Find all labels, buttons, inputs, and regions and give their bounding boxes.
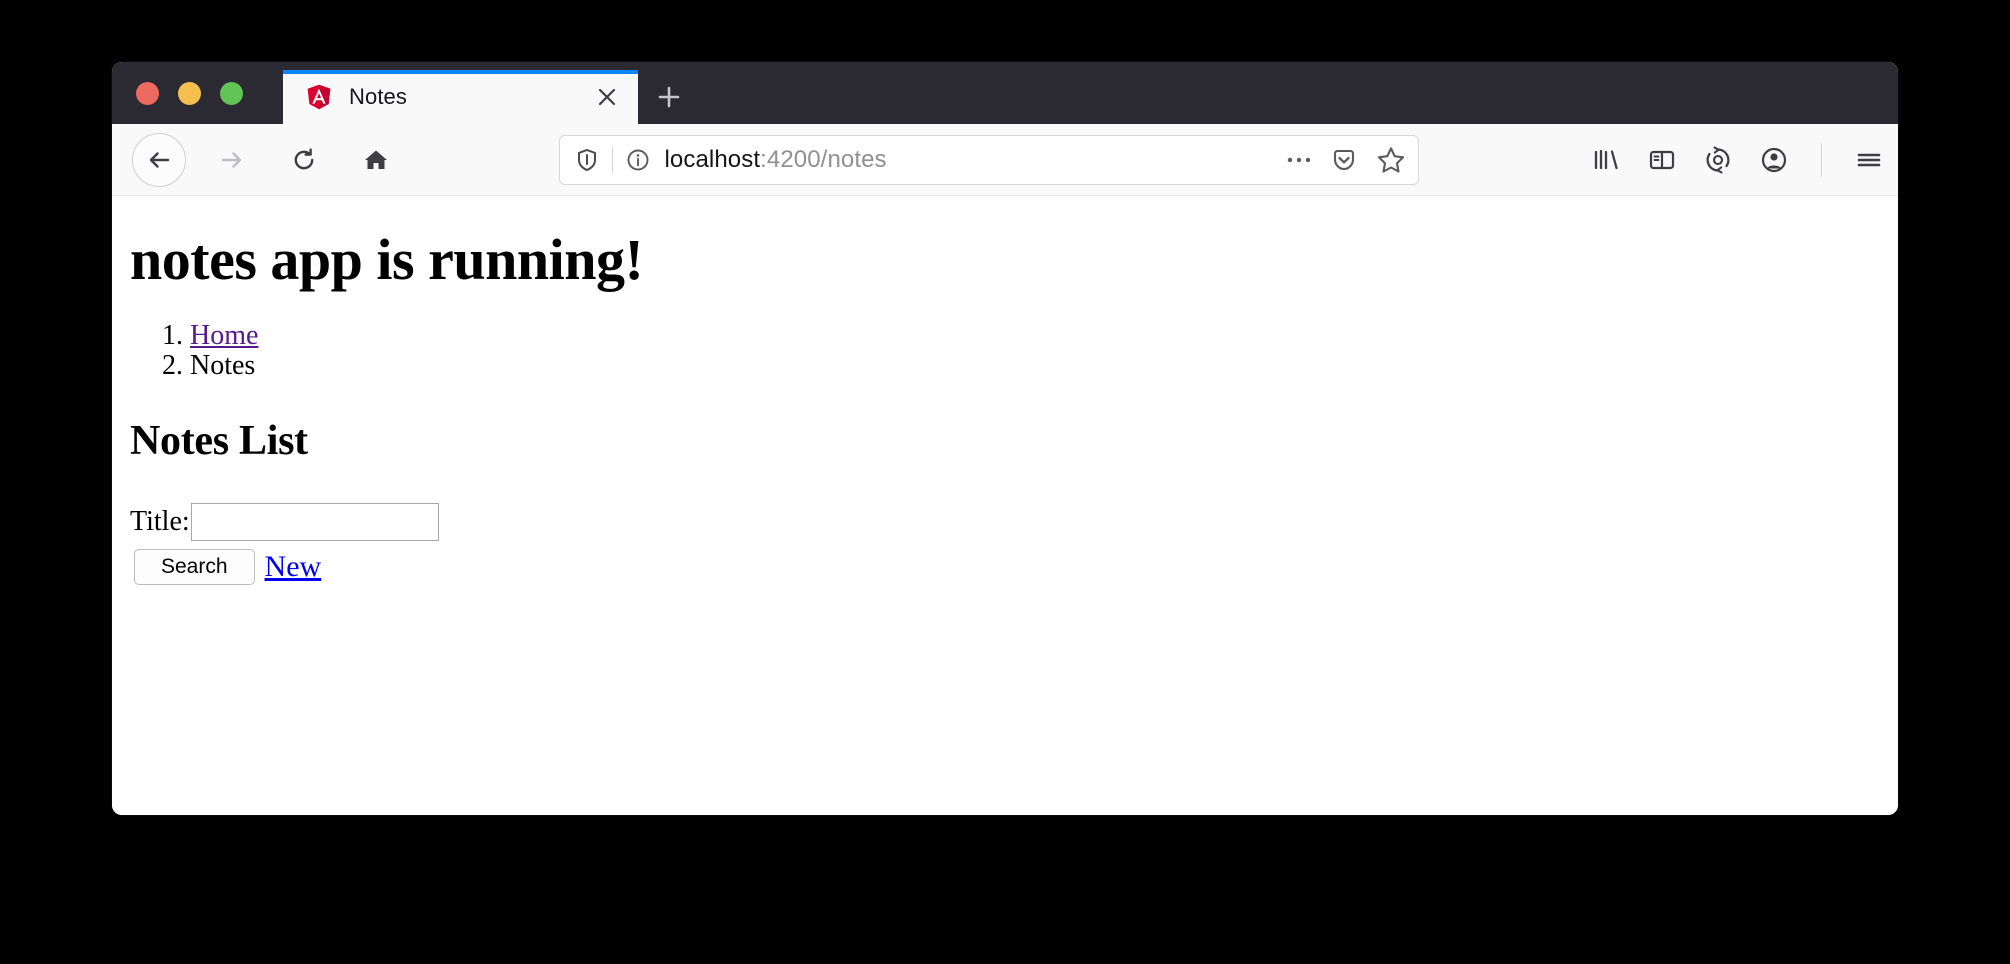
page-info-icon[interactable] bbox=[625, 147, 651, 173]
toolbar-right-actions bbox=[1591, 142, 1884, 177]
pocket-icon[interactable] bbox=[1330, 146, 1358, 174]
page-content: notes app is running! Home Notes Notes L… bbox=[112, 196, 1898, 815]
title-label: Title: bbox=[130, 506, 190, 538]
search-form-row: Title: bbox=[130, 503, 1880, 542]
section-title: Notes List bbox=[130, 418, 308, 465]
window-minimize-button[interactable] bbox=[178, 81, 201, 105]
forward-arrow-icon bbox=[206, 134, 258, 186]
search-actions-row: Search New bbox=[130, 549, 1880, 586]
search-button[interactable]: Search bbox=[134, 549, 255, 586]
home-icon[interactable] bbox=[350, 134, 402, 186]
sidebar-icon[interactable] bbox=[1647, 145, 1677, 175]
angular-logo-icon bbox=[307, 84, 331, 110]
nav-label-notes: Notes bbox=[190, 350, 256, 382]
urlbar-leading-icons bbox=[574, 146, 665, 173]
url-host: localhost bbox=[664, 145, 761, 173]
new-tab-button[interactable] bbox=[638, 70, 700, 124]
hamburger-menu-icon[interactable] bbox=[1854, 145, 1884, 175]
list-item: Notes bbox=[190, 351, 1880, 381]
nav-link-home[interactable]: Home bbox=[190, 320, 258, 351]
tab-strip: Notes bbox=[112, 62, 1898, 124]
search-title-input[interactable] bbox=[190, 503, 439, 542]
sync-icon[interactable] bbox=[1703, 145, 1733, 175]
page-title: notes app is running! bbox=[130, 227, 644, 292]
tabs-area: Notes bbox=[283, 62, 700, 124]
urlbar-actions bbox=[1286, 145, 1406, 175]
tracking-protection-shield-icon[interactable] bbox=[574, 147, 600, 173]
new-note-link[interactable]: New bbox=[265, 550, 322, 584]
url-path: :4200/notes bbox=[760, 145, 887, 173]
back-arrow-icon[interactable] bbox=[132, 132, 186, 187]
urlbar-divider bbox=[611, 146, 613, 173]
url-text[interactable]: localhost:4200/notes bbox=[665, 146, 1274, 174]
breadcrumb: Home Notes bbox=[130, 320, 1880, 381]
library-icon[interactable] bbox=[1591, 145, 1621, 175]
toolbar-divider bbox=[1821, 142, 1822, 177]
window-zoom-button[interactable] bbox=[220, 81, 243, 105]
bookmark-star-icon[interactable] bbox=[1376, 145, 1406, 175]
browser-window: Notes localhost:4200/notes notes app is … bbox=[112, 62, 1898, 815]
ellipsis-icon[interactable] bbox=[1286, 155, 1312, 165]
list-item: Home bbox=[190, 320, 1880, 351]
content-inner: notes app is running! Home Notes Notes L… bbox=[112, 196, 1898, 597]
reload-icon[interactable] bbox=[278, 134, 330, 186]
window-traffic-lights bbox=[112, 62, 243, 124]
window-close-button[interactable] bbox=[136, 81, 159, 105]
navigation-toolbar: localhost:4200/notes bbox=[112, 124, 1898, 196]
account-icon[interactable] bbox=[1759, 145, 1789, 175]
url-bar[interactable]: localhost:4200/notes bbox=[558, 134, 1419, 185]
tab-title: Notes bbox=[349, 84, 407, 109]
tab-notes[interactable]: Notes bbox=[283, 70, 638, 124]
tab-close-icon[interactable] bbox=[592, 82, 622, 112]
